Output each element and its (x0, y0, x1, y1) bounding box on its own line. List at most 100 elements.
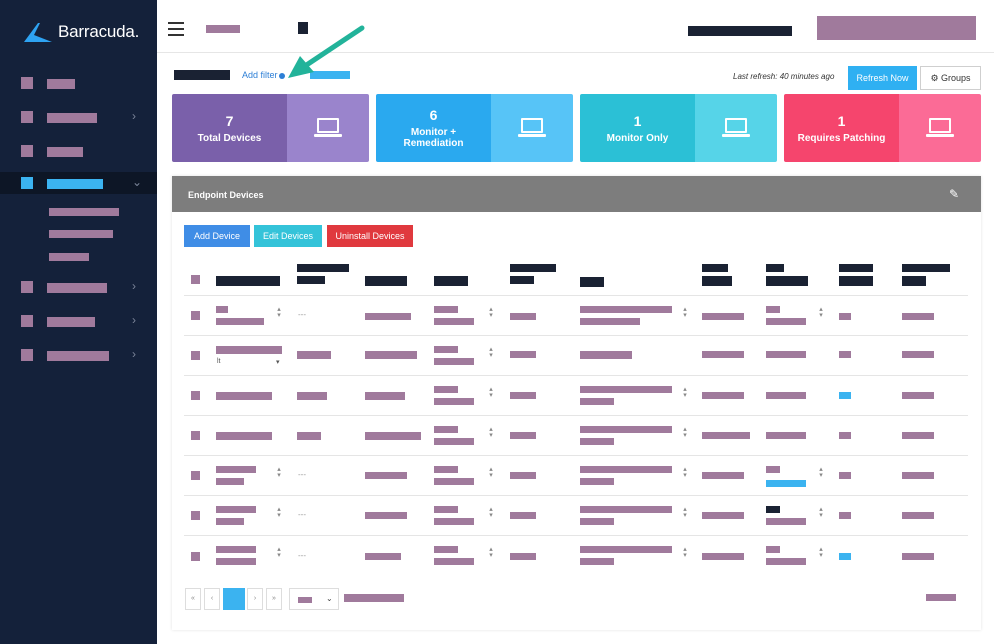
row-checkbox[interactable] (191, 391, 200, 400)
account-name-redacted[interactable] (688, 26, 792, 36)
stepper-icon[interactable]: ▴ ▾ (818, 466, 824, 479)
pencil-icon[interactable]: ✎ (949, 187, 959, 201)
add-filter-link[interactable]: Add filter (242, 70, 285, 80)
edit-devices-button[interactable]: Edit Devices (254, 225, 322, 247)
row-checkbox[interactable] (191, 552, 200, 561)
gear-icon: ⚙ (930, 72, 939, 83)
stepper-icon[interactable]: ▴ ▾ (488, 386, 494, 399)
table-cell (766, 392, 806, 399)
pagination-current-page[interactable] (223, 588, 245, 610)
stepper-icon[interactable]: ▴ ▾ (682, 546, 688, 559)
stepper-icon[interactable]: ▴ ▾ (276, 306, 282, 319)
stepper-icon[interactable]: ▴ ▾ (488, 426, 494, 439)
stepper-icon[interactable]: ▴ ▾ (276, 466, 282, 479)
row-checkbox[interactable] (191, 511, 200, 520)
pagination-first-button[interactable]: « (185, 588, 201, 610)
column-header[interactable] (365, 276, 407, 286)
card-monitor-only[interactable]: 1 Monitor Only (580, 94, 777, 162)
stepper-icon[interactable]: ▴ ▾ (682, 306, 688, 319)
column-header[interactable] (902, 264, 950, 272)
stepper-icon[interactable]: ▴ ▾ (488, 346, 494, 359)
pagination-prev-button[interactable]: ‹ (204, 588, 220, 610)
pagination-last-button[interactable]: » (266, 588, 282, 610)
sidebar-subitem-2[interactable] (49, 230, 113, 238)
row-checkbox[interactable] (191, 311, 200, 320)
sidebar-item-4-active[interactable]: ⌄ (0, 172, 157, 194)
table-cell (216, 432, 272, 440)
select-all-checkbox[interactable] (191, 275, 200, 284)
table-cell (580, 478, 614, 485)
row-checkbox[interactable] (191, 351, 200, 360)
column-header[interactable] (839, 264, 873, 272)
column-header[interactable] (434, 276, 468, 286)
chevron-right-icon: › (132, 279, 136, 293)
sidebar-item-label (47, 351, 109, 361)
table-cell (434, 306, 458, 313)
stepper-icon[interactable]: ▴ ▾ (276, 546, 282, 559)
sidebar-subitem-3[interactable] (49, 253, 89, 261)
table-cell (434, 558, 474, 565)
table-cell (365, 392, 405, 400)
groups-button[interactable]: ⚙ Groups (920, 66, 981, 90)
card-monitor-remediation[interactable]: 6 Monitor + Remediation (376, 94, 573, 162)
column-header[interactable] (702, 264, 728, 272)
card-body: 7 Total Devices (172, 94, 287, 162)
table-cell (580, 426, 672, 433)
table-cell (902, 512, 934, 519)
row-checkbox[interactable] (191, 431, 200, 440)
table-cell (510, 512, 536, 519)
column-header-line2 (510, 276, 534, 284)
card-body: 1 Monitor Only (580, 94, 695, 162)
row-checkbox[interactable] (191, 471, 200, 480)
sidebar-item-6[interactable]: › (0, 310, 157, 332)
user-menu-redacted[interactable] (817, 16, 976, 40)
sidebar-item-2[interactable]: › (0, 106, 157, 128)
stepper-icon[interactable]: ▴ ▾ (488, 506, 494, 519)
barracuda-logo[interactable]: Barracuda. (22, 17, 152, 47)
stepper-icon[interactable]: ▴ ▾ (682, 426, 688, 439)
card-icon-area (695, 94, 777, 162)
hamburger-menu-icon[interactable] (168, 22, 184, 36)
stepper-icon[interactable]: ▴ ▾ (488, 466, 494, 479)
stepper-icon[interactable]: ▴ ▾ (488, 546, 494, 559)
sidebar: Barracuda. › ⌄ › › › (0, 0, 157, 644)
stepper-icon[interactable]: ▴ ▾ (682, 506, 688, 519)
stepper-icon[interactable]: ▴ ▾ (488, 306, 494, 319)
table-cell (766, 546, 780, 553)
card-requires-patching[interactable]: 1 Requires Patching (784, 94, 981, 162)
column-header[interactable] (216, 276, 280, 286)
sidebar-item-3[interactable] (0, 140, 157, 162)
pagination-next-button[interactable]: › (247, 588, 263, 610)
card-label: Requires Patching (797, 132, 886, 144)
stepper-icon[interactable]: ▴ ▾ (818, 306, 824, 319)
sidebar-item-1[interactable] (0, 72, 157, 94)
chevron-right-icon: › (132, 313, 136, 327)
stepper-icon[interactable]: ▴ ▾ (682, 466, 688, 479)
stepper-icon[interactable]: ▴ ▾ (818, 546, 824, 559)
empty-cell: --- (298, 310, 306, 319)
card-total-devices[interactable]: 7 Total Devices (172, 94, 369, 162)
table-cell (216, 466, 256, 473)
dropdown-arrow-icon[interactable]: ▾ (276, 358, 280, 366)
stepper-icon[interactable]: ▴ ▾ (818, 506, 824, 519)
sidebar-subitem-1[interactable] (49, 208, 119, 216)
stepper-icon[interactable]: ▴ ▾ (682, 386, 688, 399)
sidebar-item-5[interactable]: › (0, 276, 157, 298)
column-header[interactable] (580, 277, 604, 287)
refresh-now-button[interactable]: Refresh Now (848, 66, 917, 90)
uninstall-devices-button[interactable]: Uninstall Devices (327, 225, 413, 247)
page-size-select[interactable]: ⌄ (289, 588, 339, 610)
column-header[interactable] (510, 264, 556, 272)
table-cell (580, 398, 614, 405)
sidebar-item-7[interactable]: › (0, 344, 157, 366)
column-header-line2 (839, 276, 873, 286)
filter-label-redacted (174, 70, 230, 80)
column-header[interactable] (766, 264, 784, 272)
table-cell (580, 546, 672, 553)
stepper-icon[interactable]: ▴ ▾ (276, 506, 282, 519)
status-indicator (839, 392, 851, 399)
table-divider (184, 335, 968, 336)
table-cell (216, 346, 282, 354)
add-device-button[interactable]: Add Device (184, 225, 250, 247)
column-header[interactable] (297, 264, 349, 272)
